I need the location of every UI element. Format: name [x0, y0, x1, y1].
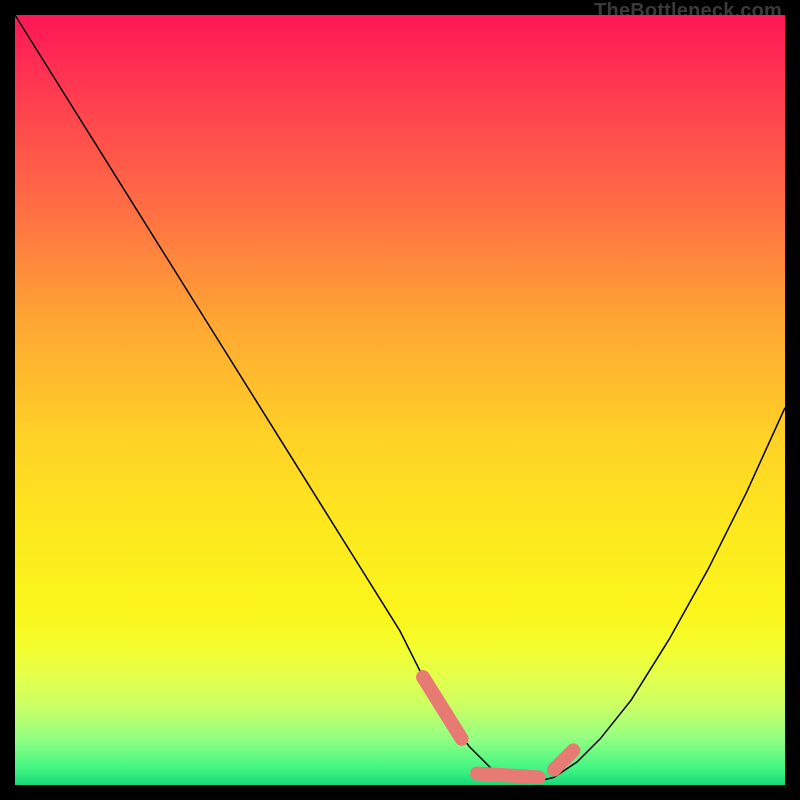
plot-area: [15, 15, 785, 785]
highlight-segment-2: [477, 774, 539, 778]
highlight-segment-1: [423, 677, 462, 739]
chart-frame: TheBottleneck.com: [0, 0, 800, 800]
curve-svg: [15, 15, 785, 785]
bottleneck-curve: [15, 15, 785, 781]
